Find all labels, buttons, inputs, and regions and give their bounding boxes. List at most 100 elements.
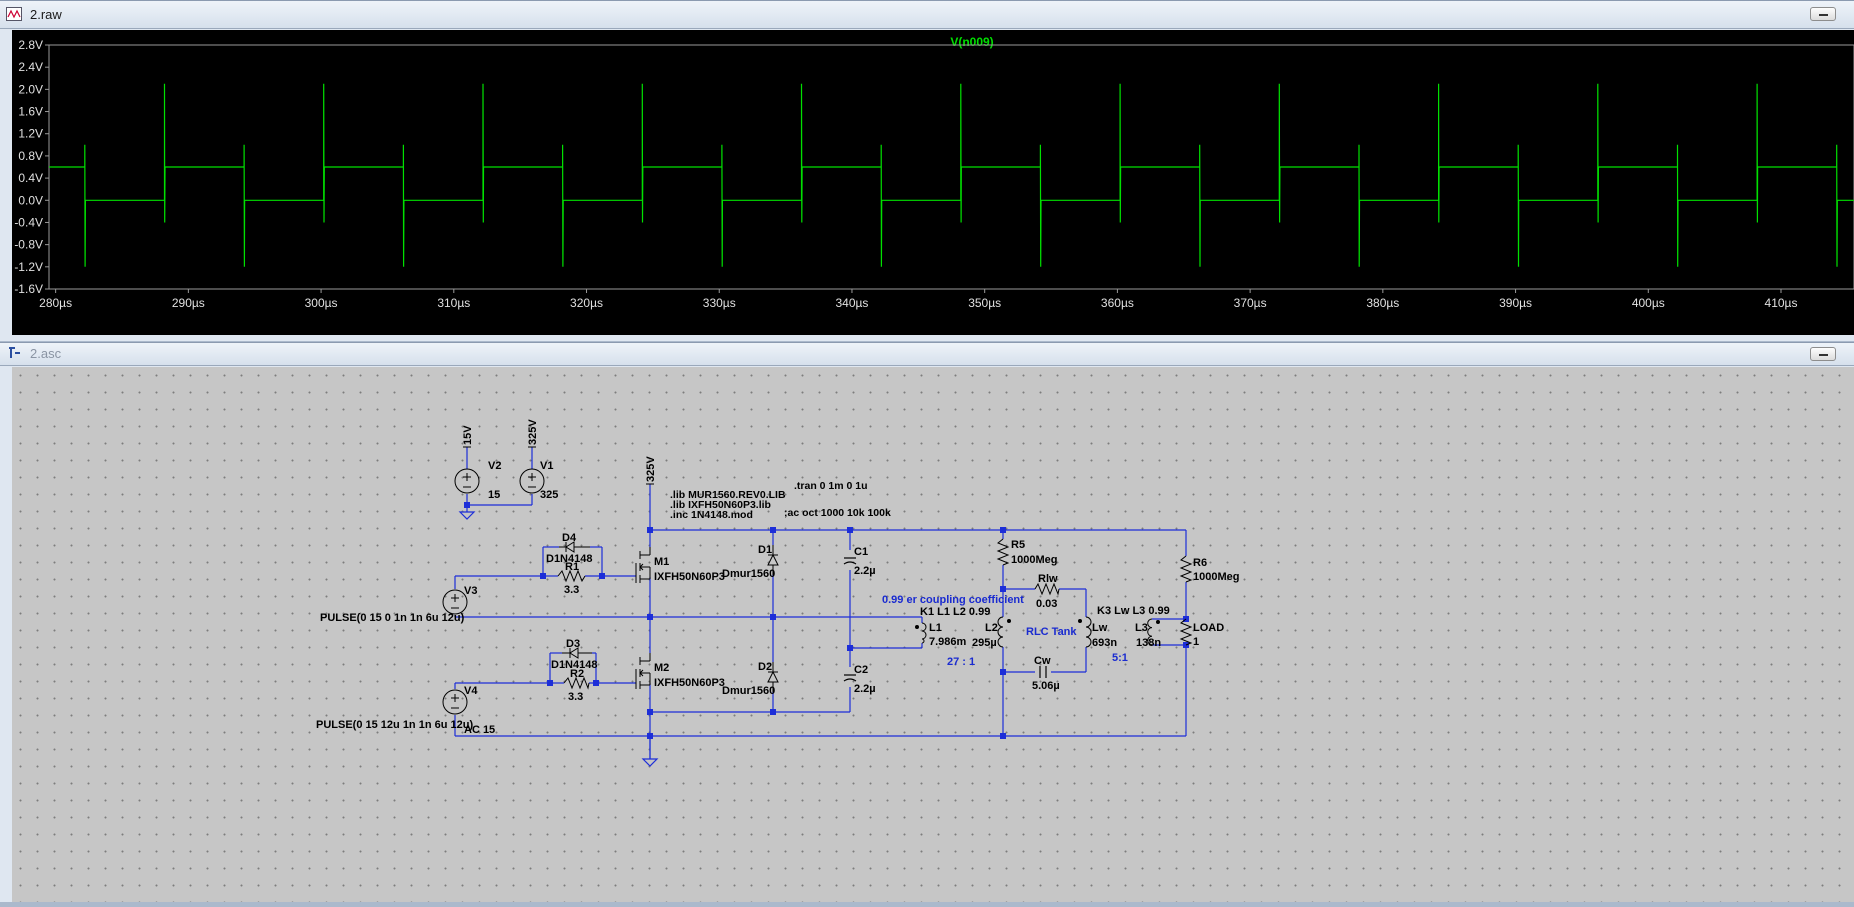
- capacitor-cw-icon[interactable]: [1039, 666, 1047, 678]
- net-label-15v[interactable]: 15V: [462, 425, 474, 445]
- l1-name[interactable]: L1: [929, 622, 942, 634]
- ground-icon[interactable]: [458, 511, 476, 520]
- v4-name[interactable]: V4: [464, 685, 478, 697]
- d4-name[interactable]: D4: [562, 532, 577, 544]
- v1-value[interactable]: 325: [540, 489, 558, 501]
- cw-value[interactable]: 5.06µ: [1032, 680, 1060, 692]
- y-tick-label: -0.8V: [14, 238, 43, 252]
- v3-name[interactable]: V3: [464, 585, 477, 597]
- cw-name[interactable]: Cw: [1034, 655, 1051, 667]
- directive-inc[interactable]: .inc 1N4148.mod: [670, 509, 753, 521]
- resistor-r6-icon[interactable]: [1179, 555, 1193, 583]
- inductor-lw-icon[interactable]: [1078, 616, 1092, 648]
- l2-name[interactable]: L2: [985, 622, 998, 634]
- c2-name[interactable]: C2: [854, 664, 868, 676]
- inductor-l2-icon[interactable]: [997, 616, 1011, 648]
- waveform-titlebar[interactable]: 2.raw: [0, 1, 1854, 29]
- y-tick-label: -0.4V: [14, 215, 43, 229]
- v2-value[interactable]: 15: [488, 489, 500, 501]
- x-tick-label: 410µs: [1765, 296, 1798, 310]
- m1-value[interactable]: IXFH50N60P3: [654, 571, 725, 583]
- waveform-plot-area[interactable]: V(n009) 2.8V 2.4V 2.0V 1.6V 1.2V 0.8V 0.4V 0.0V…: [12, 30, 1854, 335]
- m2-value[interactable]: IXFH50N60P3: [654, 677, 725, 689]
- r5-value[interactable]: 1000Meg: [1011, 554, 1057, 566]
- x-tick-label: 330µs: [703, 296, 736, 310]
- l2-value[interactable]: 295µ: [972, 637, 997, 649]
- resistor-load-icon[interactable]: [1179, 618, 1193, 646]
- x-tick-label: 290µs: [172, 296, 205, 310]
- m2-name[interactable]: M2: [654, 662, 669, 674]
- v3-value[interactable]: PULSE(0 15 0 1n 1n 6u 12u): [320, 612, 465, 624]
- y-tick-label: 1.6V: [18, 105, 43, 119]
- d2-name[interactable]: D2: [758, 661, 772, 673]
- y-tick-label: 2.4V: [18, 60, 43, 74]
- schematic-titlebar[interactable]: 2.asc: [0, 343, 1854, 366]
- lw-value[interactable]: 693n: [1092, 637, 1117, 649]
- y-tick-label: 0.8V: [18, 149, 43, 163]
- turns-ratio-1[interactable]: 27 : 1: [947, 656, 975, 668]
- r1-value[interactable]: 3.3: [564, 584, 579, 596]
- minimize-button[interactable]: [1810, 7, 1836, 21]
- r5-name[interactable]: R5: [1011, 539, 1025, 551]
- x-tick-label: 280µs: [39, 296, 72, 310]
- schematic-minimize-button[interactable]: [1810, 347, 1836, 361]
- trace-label[interactable]: V(n009): [950, 35, 993, 49]
- r2-value[interactable]: 3.3: [568, 691, 583, 703]
- d1-value[interactable]: Dmur1560: [722, 568, 775, 580]
- turns-ratio-2[interactable]: 5:1: [1112, 652, 1128, 664]
- mosfet-m1-icon[interactable]: [635, 547, 651, 583]
- v4-ac[interactable]: AC 15: [464, 724, 495, 736]
- c1-value[interactable]: 2.2µ: [854, 565, 876, 577]
- schematic-canvas[interactable]: 15V 325V 325V V2 15 V1 325 V3 PULSE(0 15…: [12, 367, 1854, 902]
- load-value[interactable]: 1: [1193, 636, 1199, 648]
- x-tick-label: 380µs: [1366, 296, 1399, 310]
- load-name[interactable]: LOAD: [1193, 622, 1224, 634]
- d1-name[interactable]: D1: [758, 544, 772, 556]
- resistor-r5-icon[interactable]: [996, 538, 1010, 566]
- rlw-value[interactable]: 0.03: [1036, 598, 1057, 610]
- voltage-source-v2-icon[interactable]: [454, 468, 480, 494]
- r2-name[interactable]: R2: [570, 668, 584, 680]
- y-tick-label: 2.0V: [18, 82, 43, 96]
- d3-name[interactable]: D3: [566, 638, 580, 650]
- directive-tran[interactable]: .tran 0 1m 0 1u: [794, 480, 868, 492]
- lw-name[interactable]: Lw: [1092, 622, 1108, 634]
- k3-statement[interactable]: K3 Lw L3 0.99: [1097, 605, 1170, 617]
- x-tick-label: 390µs: [1499, 296, 1532, 310]
- l3-value[interactable]: 138n: [1136, 637, 1161, 649]
- ground-icon[interactable]: [641, 758, 659, 767]
- m1-name[interactable]: M1: [654, 556, 669, 568]
- mosfet-m2-icon[interactable]: [635, 653, 651, 689]
- waveform-plot[interactable]: V(n009) 2.8V 2.4V 2.0V 1.6V 1.2V 0.8V 0.4V 0.0V…: [12, 30, 1854, 335]
- wires[interactable]: [454, 447, 1187, 759]
- schematic-file-icon: [9, 347, 20, 358]
- schematic-window: 2.asc 15V 325V 325V V2 15 V1 325 V3 PULS…: [0, 342, 1854, 902]
- coupling-comment[interactable]: 0.99 er coupling coefficient: [882, 594, 1024, 606]
- inductor-l1-icon[interactable]: [915, 622, 927, 644]
- schematic-window-title: 2.asc: [30, 346, 62, 361]
- d2-value[interactable]: Dmur1560: [722, 685, 775, 697]
- l1-value[interactable]: 7.986m: [929, 636, 967, 648]
- v4-value[interactable]: PULSE(0 15 12u 1n 1n 6u 12u): [316, 719, 473, 731]
- c1-name[interactable]: C1: [854, 546, 868, 558]
- resistor-rlw-icon[interactable]: [1034, 582, 1060, 596]
- r6-value[interactable]: 1000Meg: [1193, 571, 1239, 583]
- x-tick-label: 360µs: [1101, 296, 1134, 310]
- y-tick-label: -1.6V: [14, 282, 43, 296]
- x-tick-label: 310µs: [437, 296, 470, 310]
- schematic-drawing[interactable]: 15V 325V 325V V2 15 V1 325 V3 PULSE(0 15…: [12, 367, 1854, 902]
- net-label-325v-supply[interactable]: 325V: [527, 419, 539, 445]
- v1-name[interactable]: V1: [540, 460, 553, 472]
- trace-line-v-n009[interactable]: [49, 83, 1854, 267]
- capacitor-c1-icon[interactable]: [843, 557, 857, 565]
- rlc-tank-label[interactable]: RLC Tank: [1026, 626, 1077, 638]
- directive-ac-comment[interactable]: ;ac oct 1000 10k 100k: [784, 507, 891, 519]
- l3-name[interactable]: L3: [1135, 622, 1148, 634]
- c2-value[interactable]: 2.2µ: [854, 683, 876, 695]
- rlw-name[interactable]: Rlw: [1038, 573, 1058, 585]
- net-label-325v-rail[interactable]: 325V: [645, 456, 657, 482]
- v2-name[interactable]: V2: [488, 460, 501, 472]
- k1-statement[interactable]: K1 L1 L2 0.99: [920, 606, 990, 618]
- r6-name[interactable]: R6: [1193, 557, 1207, 569]
- r1-name[interactable]: R1: [565, 561, 579, 573]
